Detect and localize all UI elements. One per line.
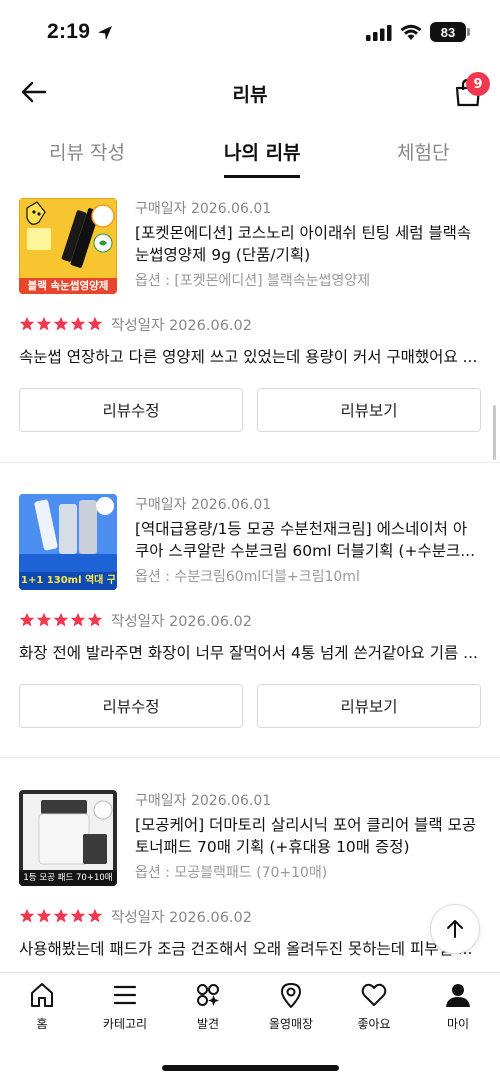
view-review-button[interactable]: 리뷰보기 <box>257 388 481 432</box>
location-arrow-icon <box>98 26 112 40</box>
nav-item-discover[interactable]: 발견 <box>173 981 243 1032</box>
tab-write-review[interactable]: 리뷰 작성 <box>49 138 125 165</box>
battery-indicator: 83 <box>430 22 466 42</box>
nav-label: 올영매장 <box>268 1017 314 1031</box>
product-name[interactable]: [포켓몬에디션] 코스노리 아이래쉬 틴팅 세럼 블랙속눈썹영양제 9g (단품… <box>135 222 480 266</box>
review-text[interactable]: 사용해봤는데 패드가 조금 건조해서 오래 올려두진 못하는데 피부결 ... <box>19 937 481 959</box>
written-date: 작성일자 2026.06.02 <box>111 614 252 630</box>
thumbnail-label: 1+1 130ml 역대 구성 <box>21 575 115 586</box>
cellular-signal-icon <box>366 25 392 41</box>
star-icon <box>87 316 103 331</box>
written-date: 작성일자 2026.06.02 <box>111 910 252 926</box>
tab-experience-group[interactable]: 체험단 <box>397 138 449 165</box>
nav-item-my[interactable]: 마이 <box>423 981 493 1032</box>
star-rating <box>19 908 103 924</box>
star-rating <box>19 316 103 332</box>
nav-item-home[interactable]: 홈 <box>7 981 77 1032</box>
star-icon <box>53 908 69 923</box>
product-option: 옵션 : 모공블랙패드 (70+10매) <box>135 865 328 881</box>
purchase-date: 구매일자 2026.06.01 <box>135 793 272 809</box>
review-text[interactable]: 속눈썹 연장하고 다른 영양제 쓰고 있었는데 용량이 커서 구매했어요 ... <box>19 345 481 367</box>
scroll-to-top-button[interactable] <box>430 904 480 954</box>
home-icon <box>31 983 53 1007</box>
nav-item-category[interactable]: 카테고리 <box>90 981 160 1032</box>
written-date: 작성일자 2026.06.02 <box>111 318 252 334</box>
scrollbar[interactable] <box>493 405 496 460</box>
star-icon <box>70 908 86 923</box>
nav-label: 발견 <box>196 1017 220 1031</box>
star-icon <box>36 316 52 331</box>
arrow-up-icon <box>447 920 463 938</box>
star-icon <box>36 612 52 627</box>
battery-cap <box>467 28 470 36</box>
status-bar: 2:19 83 <box>0 0 500 64</box>
star-icon <box>36 908 52 923</box>
star-rating <box>19 612 103 628</box>
tab-my-reviews[interactable]: 나의 리뷰 <box>224 138 301 165</box>
star-icon <box>19 908 35 923</box>
active-tab-indicator <box>224 175 300 178</box>
cart-count-badge: 9 <box>466 72 490 96</box>
star-icon <box>87 612 103 627</box>
product-option: 옵션 : 수분크림60ml더블+크림10ml <box>135 569 360 585</box>
thumbnail-label: 1등 모공 패드 70+10매 <box>23 873 113 883</box>
star-icon <box>19 316 35 331</box>
product-name[interactable]: [역대급용량/1등 모공 수분천재크림] 에스네이처 아쿠아 스쿠알란 수분크림… <box>135 518 480 562</box>
star-icon <box>53 612 69 627</box>
heart-icon <box>361 983 387 1006</box>
location-pin-icon <box>281 983 301 1008</box>
nav-item-stores[interactable]: 올영매장 <box>256 981 326 1032</box>
nav-label: 카테고리 <box>102 1017 148 1031</box>
star-icon <box>19 612 35 627</box>
nav-item-likes[interactable]: 좋아요 <box>339 981 409 1032</box>
header: 리뷰 <box>0 64 500 120</box>
purchase-date: 구매일자 2026.06.01 <box>135 497 272 513</box>
person-icon <box>446 984 470 1007</box>
view-review-button[interactable]: 리뷰보기 <box>257 684 481 728</box>
star-icon <box>70 316 86 331</box>
edit-review-button[interactable]: 리뷰수정 <box>19 684 243 728</box>
thumbnail-label: 블랙 속눈썹영양제 <box>27 280 109 292</box>
page-title: 리뷰 <box>232 84 268 106</box>
purchase-date: 구매일자 2026.06.01 <box>135 201 272 217</box>
status-time: 2:19 <box>47 20 91 43</box>
edit-review-button[interactable]: 리뷰수정 <box>19 388 243 432</box>
star-icon <box>70 612 86 627</box>
review-text[interactable]: 화장 전에 발라주면 화장이 너무 잘먹어서 4통 넘게 쓴거같아요 기름 ..… <box>19 641 481 663</box>
star-icon <box>53 316 69 331</box>
product-thumbnail[interactable]: 1등 모공 패드 70+10매 <box>19 790 117 886</box>
nav-label: 마이 <box>446 1017 470 1031</box>
divider <box>0 757 500 758</box>
wifi-icon <box>400 24 422 40</box>
nav-label: 홈 <box>36 1017 48 1031</box>
nav-label: 좋아요 <box>357 1017 391 1031</box>
product-option: 옵션 : [포켓몬에디션] 블랙속눈썹영양제 <box>135 273 371 289</box>
discover-icon <box>197 984 219 1006</box>
product-thumbnail[interactable]: 1+1 130ml 역대 구성 <box>19 494 117 590</box>
home-indicator <box>162 1065 339 1071</box>
divider <box>0 462 500 463</box>
product-name[interactable]: [모공케어] 더마토리 살리시닉 포어 클리어 블랙 모공 토너패드 70매 기… <box>135 814 480 858</box>
menu-icon <box>113 985 137 1005</box>
star-icon <box>87 908 103 923</box>
product-thumbnail[interactable]: 블랙 속눈썹영양제 <box>19 198 117 294</box>
